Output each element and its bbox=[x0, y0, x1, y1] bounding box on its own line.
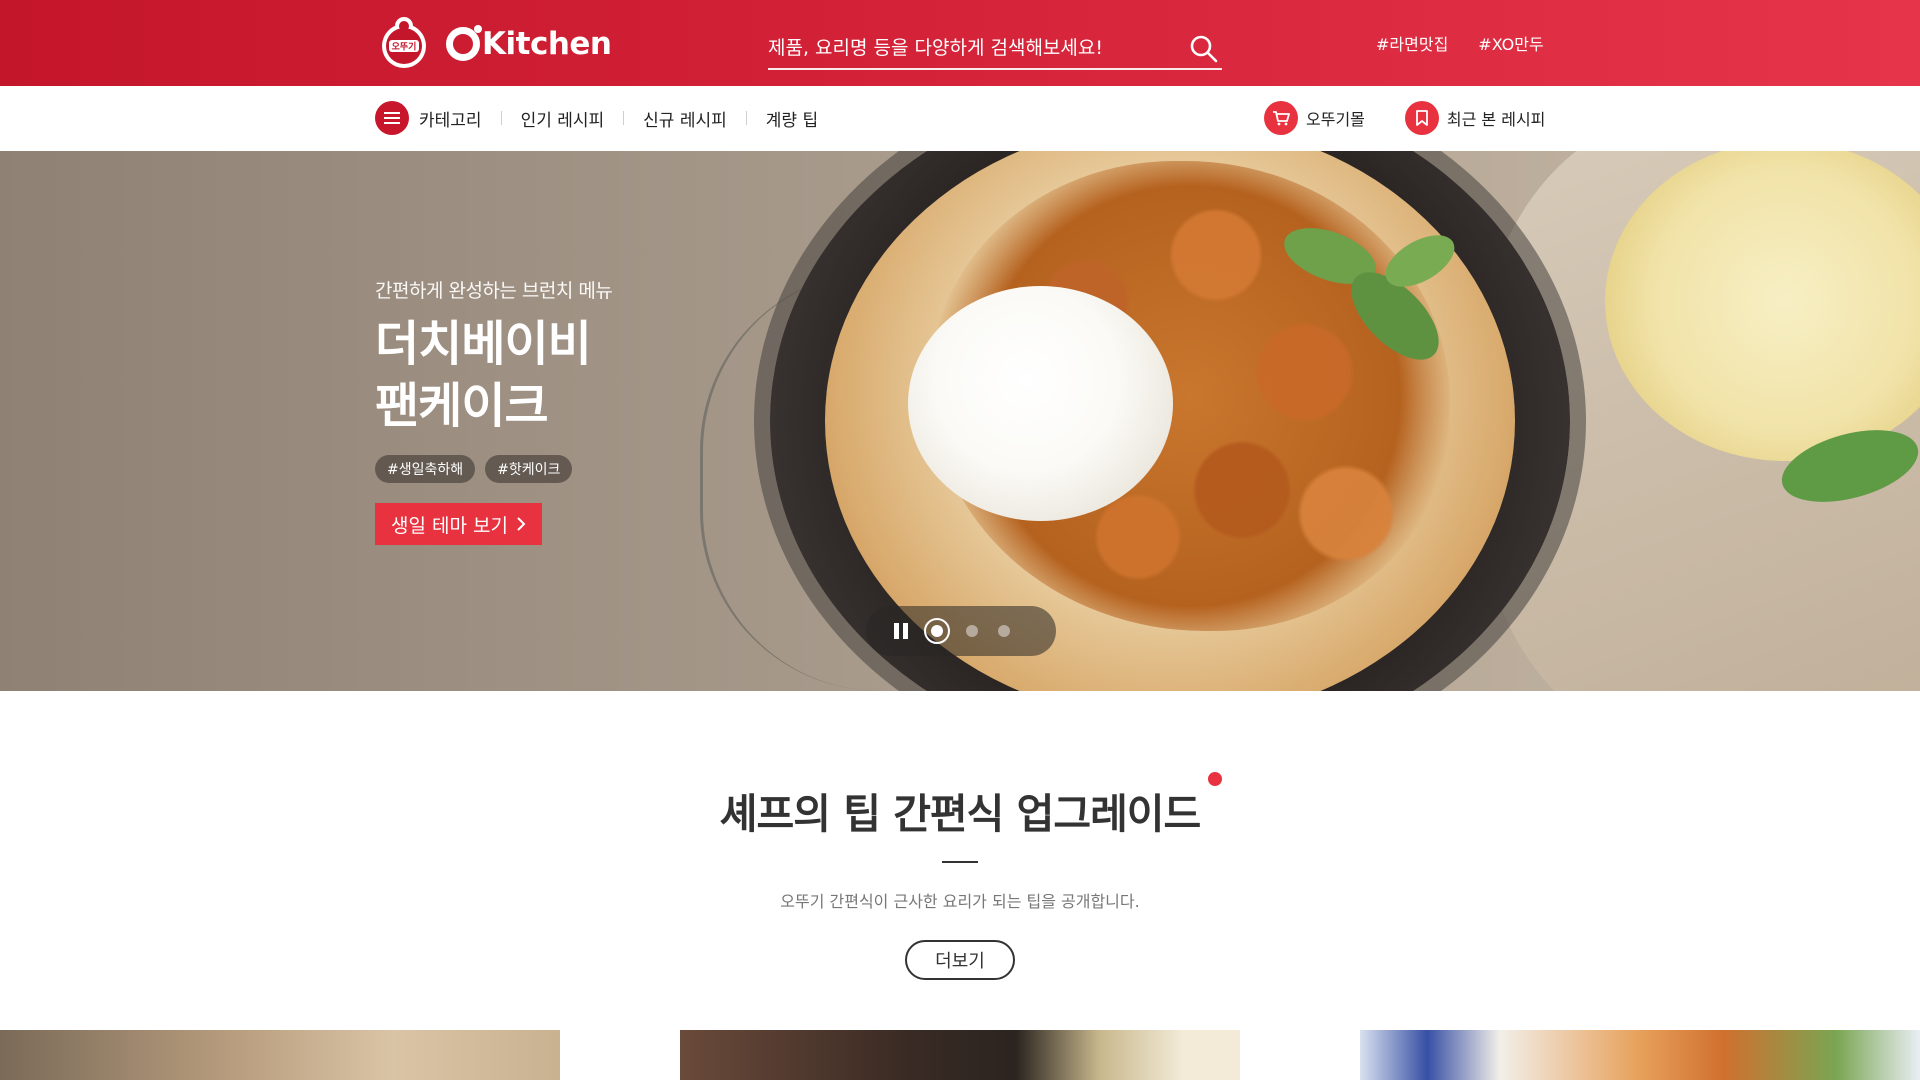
category-menu-button[interactable] bbox=[375, 101, 409, 135]
mint-leaf-icon bbox=[1284, 228, 1455, 360]
nav-measuring-tips[interactable]: 계량 팁 bbox=[766, 106, 818, 131]
recent-recipes-label: 최근 본 레시피 bbox=[1446, 110, 1546, 129]
pause-icon[interactable] bbox=[894, 623, 908, 639]
hero-title-line2: 팬케이크 bbox=[375, 378, 549, 434]
hero-title-line1: 더치베이비 bbox=[375, 316, 592, 372]
slide-dot-3[interactable] bbox=[998, 625, 1010, 637]
nav-new-recipes[interactable]: 신규 레시피 bbox=[643, 106, 727, 131]
nav-category[interactable]: 카테고리 bbox=[419, 106, 482, 131]
logo-seal-text: 오뚜기 bbox=[392, 41, 417, 53]
hero-whipped-cream bbox=[908, 286, 1173, 521]
bookmark-icon bbox=[1404, 101, 1439, 135]
hero-title: 더치베이비 팬케이크 bbox=[375, 313, 612, 437]
hero-subtitle: 간편하게 완성하는 브런치 메뉴 bbox=[375, 280, 613, 302]
section-title: 셰프의 팁 간편식 업그레이드 bbox=[719, 790, 1201, 838]
hero-tag-hotcake[interactable]: #핫케이크 bbox=[485, 455, 573, 483]
trending-hashtags: #라면맛집 #XO만두 bbox=[1376, 31, 1544, 55]
ottogi-mall-link[interactable]: 오뚜기몰 bbox=[1264, 101, 1365, 135]
logo-o-mark bbox=[446, 25, 482, 61]
brand-name: Kitchen bbox=[482, 26, 612, 62]
nav-popular-recipes[interactable]: 인기 레시피 bbox=[521, 106, 605, 131]
chevron-right-icon bbox=[517, 517, 526, 531]
section-description: 오뚜기 간편식이 근사한 요리가 되는 팁을 공개합니다. bbox=[780, 892, 1140, 911]
slide-dot-2[interactable] bbox=[966, 625, 978, 637]
main-nav: 카테고리 인기 레시피 신규 레시피 계량 팁 오뚜기몰 최근 본 레시피 bbox=[0, 86, 1920, 151]
search-icon[interactable] bbox=[1188, 33, 1220, 65]
more-button[interactable]: 더보기 bbox=[905, 940, 1015, 980]
recent-recipes-link[interactable]: 최근 본 레시피 bbox=[1404, 101, 1546, 135]
birthday-theme-label: 생일 테마 보기 bbox=[391, 514, 508, 537]
mint-leaf-icon bbox=[1781, 430, 1919, 502]
recipe-card-image-1[interactable] bbox=[0, 1030, 560, 1080]
recipe-card-image-2[interactable] bbox=[680, 1030, 1240, 1080]
hero-copy: 간편하게 완성하는 브런치 메뉴 더치베이비 팬케이크 #생일축하해 #핫케이크… bbox=[375, 276, 613, 545]
hero-banner[interactable]: 간편하게 완성하는 브런치 메뉴 더치베이비 팬케이크 #생일축하해 #핫케이크… bbox=[0, 151, 1920, 691]
recipe-card-image-3[interactable] bbox=[1360, 1030, 1920, 1080]
slide-dot-1[interactable] bbox=[924, 618, 950, 644]
section-divider bbox=[942, 861, 978, 863]
brand-logo[interactable]: Kitchen bbox=[446, 22, 612, 66]
hero-tags: #생일축하해 #핫케이크 bbox=[375, 455, 612, 483]
top-header: 오뚜기 Kitchen #라면맛집 #XO만두 bbox=[0, 0, 1920, 86]
cart-icon bbox=[1264, 101, 1298, 135]
nav-divider bbox=[623, 111, 625, 125]
birthday-theme-button[interactable]: 생일 테마 보기 bbox=[375, 503, 542, 545]
ottogi-mall-label: 오뚜기몰 bbox=[1306, 110, 1365, 129]
ottogi-logo-icon[interactable]: 오뚜기 bbox=[378, 16, 430, 70]
more-button-label: 더보기 bbox=[935, 951, 985, 972]
nav-divider bbox=[745, 111, 747, 125]
hashtag-xo-mandu[interactable]: #XO만두 bbox=[1478, 31, 1543, 55]
section-heading: 셰프의 팁 간편식 업그레이드 bbox=[0, 772, 1920, 840]
nav-divider bbox=[500, 111, 502, 125]
search-input[interactable] bbox=[768, 32, 1168, 64]
hashtag-ramen[interactable]: #라면맛집 bbox=[1376, 31, 1448, 55]
title-accent-dot bbox=[1208, 772, 1223, 786]
hero-tag-birthday[interactable]: #생일축하해 bbox=[375, 455, 476, 483]
search-bar bbox=[768, 30, 1222, 70]
hamburger-icon bbox=[384, 112, 400, 124]
slider-controls bbox=[866, 606, 1056, 656]
